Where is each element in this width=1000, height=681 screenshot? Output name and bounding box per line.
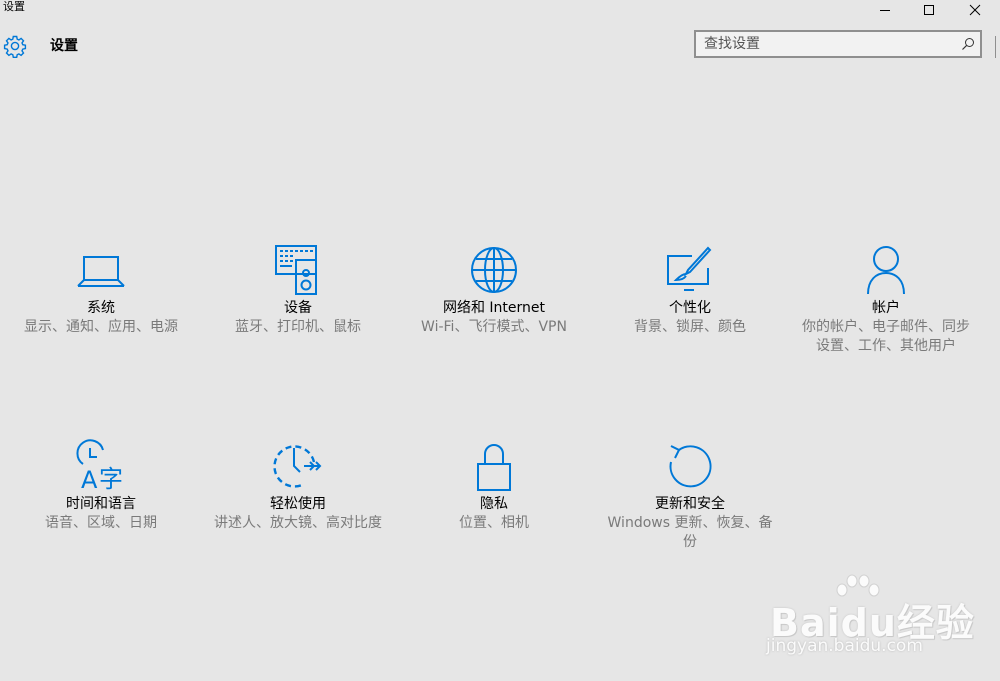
search-input[interactable]	[704, 35, 954, 53]
page-header: 设置	[0, 30, 1000, 62]
tile-personalization[interactable]: 个性化 背景、锁屏、颜色	[600, 242, 780, 337]
maximize-icon	[924, 5, 934, 15]
close-icon	[969, 4, 981, 16]
tile-name: 时间和语言	[66, 496, 136, 512]
tile-system[interactable]: 系统 显示、通知、应用、电源	[11, 242, 191, 337]
tile-desc: 背景、锁屏、颜色	[634, 319, 746, 335]
paint-icon	[667, 246, 712, 291]
tile-update-security[interactable]: 更新和安全 Windows 更新、恢复、备份	[600, 438, 780, 552]
baidu-watermark: Baidu经验 jingyan.baidu.com	[764, 572, 974, 662]
watermark-url: jingyan.baidu.com	[766, 636, 923, 656]
tile-accounts[interactable]: 帐户 你的帐户、电子邮件、同步设置、工作、其他用户	[796, 242, 976, 356]
person-icon	[867, 246, 905, 295]
minimize-icon	[880, 10, 890, 11]
laptop-icon	[77, 256, 125, 287]
page-title: 设置	[50, 38, 78, 54]
tile-devices[interactable]: 设备 蓝牙、打印机、鼠标	[208, 242, 388, 337]
tile-name: 个性化	[669, 300, 711, 316]
tile-desc: 讲述人、放大镜、高对比度	[214, 515, 382, 531]
tile-desc: 位置、相机	[459, 515, 529, 531]
title-bar: 设置	[0, 0, 1000, 20]
svg-text:A: A	[81, 466, 98, 494]
tile-network[interactable]: 网络和 Internet Wi-Fi、飞行模式、VPN	[404, 242, 584, 337]
tile-desc: Wi-Fi、飞行模式、VPN	[421, 319, 567, 335]
ease-of-access-icon	[273, 445, 322, 488]
minimize-button[interactable]	[862, 0, 908, 20]
tile-name: 设备	[284, 300, 312, 316]
tile-privacy[interactable]: 隐私 位置、相机	[404, 438, 584, 533]
lock-icon	[477, 444, 511, 491]
tile-desc: 你的帐户、电子邮件、同步设置、工作、其他用户	[802, 319, 970, 354]
refresh-icon	[669, 445, 712, 488]
svg-text:字: 字	[99, 465, 123, 493]
close-button[interactable]	[952, 0, 998, 20]
tile-name: 更新和安全	[655, 496, 725, 512]
search-icon[interactable]	[961, 37, 975, 51]
clock-language-icon: A 字	[76, 439, 123, 494]
tile-name: 系统	[87, 300, 115, 316]
tile-time-language[interactable]: A 字 时间和语言 语音、区域、日期	[11, 438, 191, 533]
tile-name: 网络和 Internet	[442, 300, 546, 316]
maximize-button[interactable]	[906, 0, 952, 20]
search-box[interactable]	[694, 30, 982, 58]
window-title: 设置	[3, 0, 25, 13]
tile-desc: 语音、区域、日期	[45, 515, 157, 531]
tile-name: 隐私	[480, 496, 508, 512]
globe-icon	[471, 247, 517, 293]
tile-name: 帐户	[872, 300, 900, 316]
tile-desc: Windows 更新、恢复、备份	[607, 515, 773, 550]
tile-desc: 显示、通知、应用、电源	[24, 319, 178, 335]
gear-icon	[3, 35, 27, 58]
tile-name: 轻松使用	[270, 496, 326, 512]
tile-ease-of-access[interactable]: 轻松使用 讲述人、放大镜、高对比度	[208, 438, 388, 533]
tile-desc: 蓝牙、打印机、鼠标	[235, 319, 361, 335]
keyboard-speaker-icon	[275, 245, 317, 295]
window-edge	[995, 36, 1000, 58]
